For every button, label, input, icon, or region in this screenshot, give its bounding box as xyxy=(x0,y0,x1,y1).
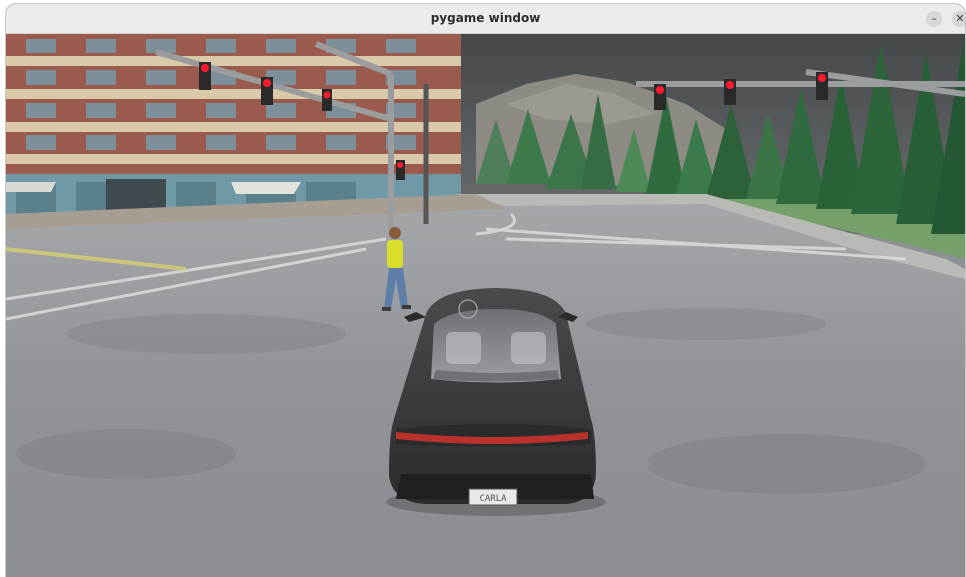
license-plate-text: CARLA xyxy=(479,494,507,504)
minimize-button[interactable]: – xyxy=(926,11,942,27)
pygame-window: pygame window – ✕ CARLA xyxy=(6,4,965,577)
window-title: pygame window xyxy=(430,11,541,25)
titlebar[interactable]: pygame window – ✕ xyxy=(6,4,965,34)
game-viewport[interactable]: CARLA xyxy=(6,34,965,577)
close-button[interactable]: ✕ xyxy=(952,11,965,27)
game-scene: CARLA xyxy=(6,34,965,577)
